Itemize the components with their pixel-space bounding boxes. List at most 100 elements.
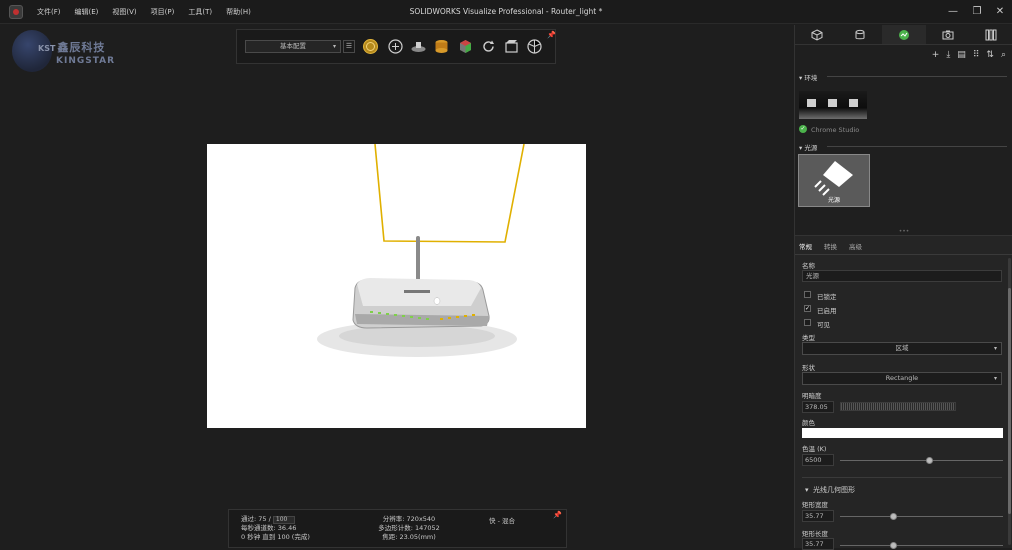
- pin-icon[interactable]: 📌: [553, 511, 562, 519]
- logo-cn-text: 鑫辰科技: [57, 41, 106, 54]
- menu-help[interactable]: 帮助(H): [226, 7, 251, 17]
- chevron-down-icon: ▾: [993, 345, 997, 352]
- close-button[interactable]: ✕: [987, 4, 1012, 20]
- minimize-button[interactable]: —: [940, 4, 966, 20]
- cube-tool-icon[interactable]: [457, 38, 474, 55]
- menu-view[interactable]: 视图(V): [112, 7, 136, 17]
- sort-icon[interactable]: ⇅: [986, 50, 994, 60]
- logo-kst-text: KST: [38, 44, 56, 53]
- rect-width-track[interactable]: [840, 516, 1003, 517]
- name-field[interactable]: 光源: [802, 270, 1002, 282]
- add-icon[interactable]: +: [932, 50, 940, 60]
- preset-select-value: 基本配置: [280, 42, 306, 50]
- palette-tools: + ⤓ ▤ ⠿ ⇅ ⌕: [932, 50, 1006, 60]
- title-bar: 文件(F) 编辑(E) 视图(V) 项目(P) 工具(T) 帮助(H) SOLI…: [0, 0, 1012, 24]
- visible-checkbox[interactable]: [804, 319, 811, 326]
- import-icon[interactable]: ⤓: [946, 50, 950, 60]
- render-sphere-icon[interactable]: [362, 38, 379, 55]
- watermark-logo: KST 鑫辰科技 KINGSTAR: [12, 30, 116, 74]
- geometry-group-title: 光线几何图形: [812, 486, 855, 494]
- environment-section-header[interactable]: ▾ 环境: [799, 72, 1011, 82]
- menu-tools[interactable]: 工具(T): [188, 7, 212, 17]
- chevron-down-icon: ▾: [332, 43, 336, 50]
- fps-text: 每秒通道数: 36.46: [241, 524, 297, 532]
- grid-icon[interactable]: ⠿: [973, 50, 980, 60]
- tab-appearances[interactable]: [839, 25, 883, 44]
- type-select[interactable]: 区域 ▾: [802, 342, 1002, 355]
- library-tab-icon: [985, 29, 997, 41]
- scrollbar-thumb[interactable]: [1008, 288, 1011, 514]
- layout-icon[interactable]: ▤: [957, 50, 966, 60]
- enabled-checkbox[interactable]: ✓: [804, 305, 811, 312]
- light-thumbnail-label: 光源: [827, 197, 840, 204]
- tab-models[interactable]: [795, 25, 839, 44]
- type-select-value: 区域: [895, 344, 909, 352]
- tab-cameras[interactable]: [926, 25, 970, 44]
- color-swatch[interactable]: [802, 428, 1003, 438]
- environment-thumbnail[interactable]: [799, 91, 867, 119]
- floor-tool-icon[interactable]: [410, 38, 427, 55]
- shape-select[interactable]: Rectangle ▾: [802, 372, 1002, 385]
- rect-length-label: 矩形长度: [802, 530, 828, 538]
- logo-en-text: KINGSTAR: [56, 56, 116, 66]
- menu-file[interactable]: 文件(F): [37, 7, 61, 17]
- aperture-icon[interactable]: [526, 38, 543, 55]
- menu-project[interactable]: 项目(P): [151, 7, 175, 17]
- properties-scrollbar[interactable]: [1008, 258, 1011, 545]
- locked-label: 已锁定: [817, 293, 837, 301]
- enabled-label: 已启用: [817, 307, 837, 315]
- render-canvas[interactable]: [207, 143, 586, 428]
- tab-libraries[interactable]: [969, 25, 1012, 44]
- color-temperature-slider-knob[interactable]: [926, 457, 934, 464]
- geometry-group-header[interactable]: ▾ 光线几何图形: [805, 485, 855, 495]
- color-temperature-field[interactable]: 6500: [802, 454, 834, 466]
- menu-edit[interactable]: 编辑(E): [75, 7, 99, 17]
- light-thumbnail[interactable]: 光源: [798, 154, 870, 207]
- shape-label: 形状: [802, 364, 815, 372]
- locked-checkbox[interactable]: [804, 291, 811, 298]
- camera-tab-icon: [942, 30, 954, 40]
- rect-length-track[interactable]: [840, 545, 1003, 546]
- rect-width-field[interactable]: 35.77: [802, 510, 834, 522]
- property-subtabs: 常规 转换 高级: [799, 241, 862, 251]
- rect-width-slider-knob[interactable]: [890, 513, 898, 520]
- app-icon[interactable]: [9, 5, 23, 19]
- tab-general[interactable]: 常规: [799, 241, 812, 251]
- light-selection-outline[interactable]: [374, 143, 525, 243]
- passes-total-field[interactable]: 100: [272, 516, 295, 524]
- environment-name: Chrome Studio: [811, 126, 860, 134]
- focal-length-text: 焦距: 23.05(mm): [382, 533, 436, 541]
- tab-advanced[interactable]: 高级: [849, 241, 862, 251]
- camera-clip-icon[interactable]: [503, 38, 520, 55]
- menu-bar: 文件(F) 编辑(E) 视图(V) 项目(P) 工具(T) 帮助(H): [37, 7, 265, 17]
- polycount-text: 多边形计数: 147052: [378, 524, 440, 532]
- brightness-label: 明暗度: [802, 392, 822, 400]
- tab-scenes[interactable]: [882, 25, 926, 44]
- lights-section-header[interactable]: ▾ 光源: [799, 142, 1011, 152]
- color-temperature-label: 色温 (K): [802, 445, 827, 453]
- search-icon[interactable]: ⌕: [1001, 50, 1006, 60]
- render-mode-text[interactable]: 快 - 混合: [489, 515, 515, 525]
- brightness-slider[interactable]: [840, 402, 956, 411]
- brightness-field[interactable]: 378.05: [802, 401, 834, 413]
- main-toolbar: 基本配置 ▾ ☰ 📌: [236, 29, 556, 64]
- passes-label: 通过: 75 /: [241, 515, 271, 523]
- tab-transform[interactable]: 转换: [824, 241, 837, 251]
- type-label: 类型: [802, 334, 815, 342]
- preset-select[interactable]: 基本配置 ▾: [245, 40, 341, 53]
- rect-width-label: 矩形宽度: [802, 501, 828, 509]
- name-label: 名称: [802, 262, 815, 270]
- brain-icon[interactable]: [387, 38, 404, 55]
- render-stats-hud: 通过: 75 / 100 每秒通道数: 36.46 0 秒钟 直到 100 (完…: [228, 509, 567, 548]
- color-temperature-track[interactable]: [840, 460, 1003, 461]
- database-tool-icon[interactable]: [433, 38, 450, 55]
- refresh-icon[interactable]: [480, 38, 497, 55]
- router-render: [317, 143, 525, 357]
- rect-length-field[interactable]: 35.77: [802, 538, 834, 550]
- light-properties: 常规 转换 高级 名称 光源 已锁定 ✓ 已启用 可见 类型 区域 ▾ 形状 Re…: [795, 235, 1012, 550]
- palette-tabs: [795, 25, 1012, 45]
- pin-icon[interactable]: 📌: [547, 31, 556, 39]
- scene-tab-icon: [898, 30, 909, 40]
- list-icon[interactable]: ☰: [343, 40, 355, 53]
- chevron-down-icon: ▾: [993, 375, 997, 382]
